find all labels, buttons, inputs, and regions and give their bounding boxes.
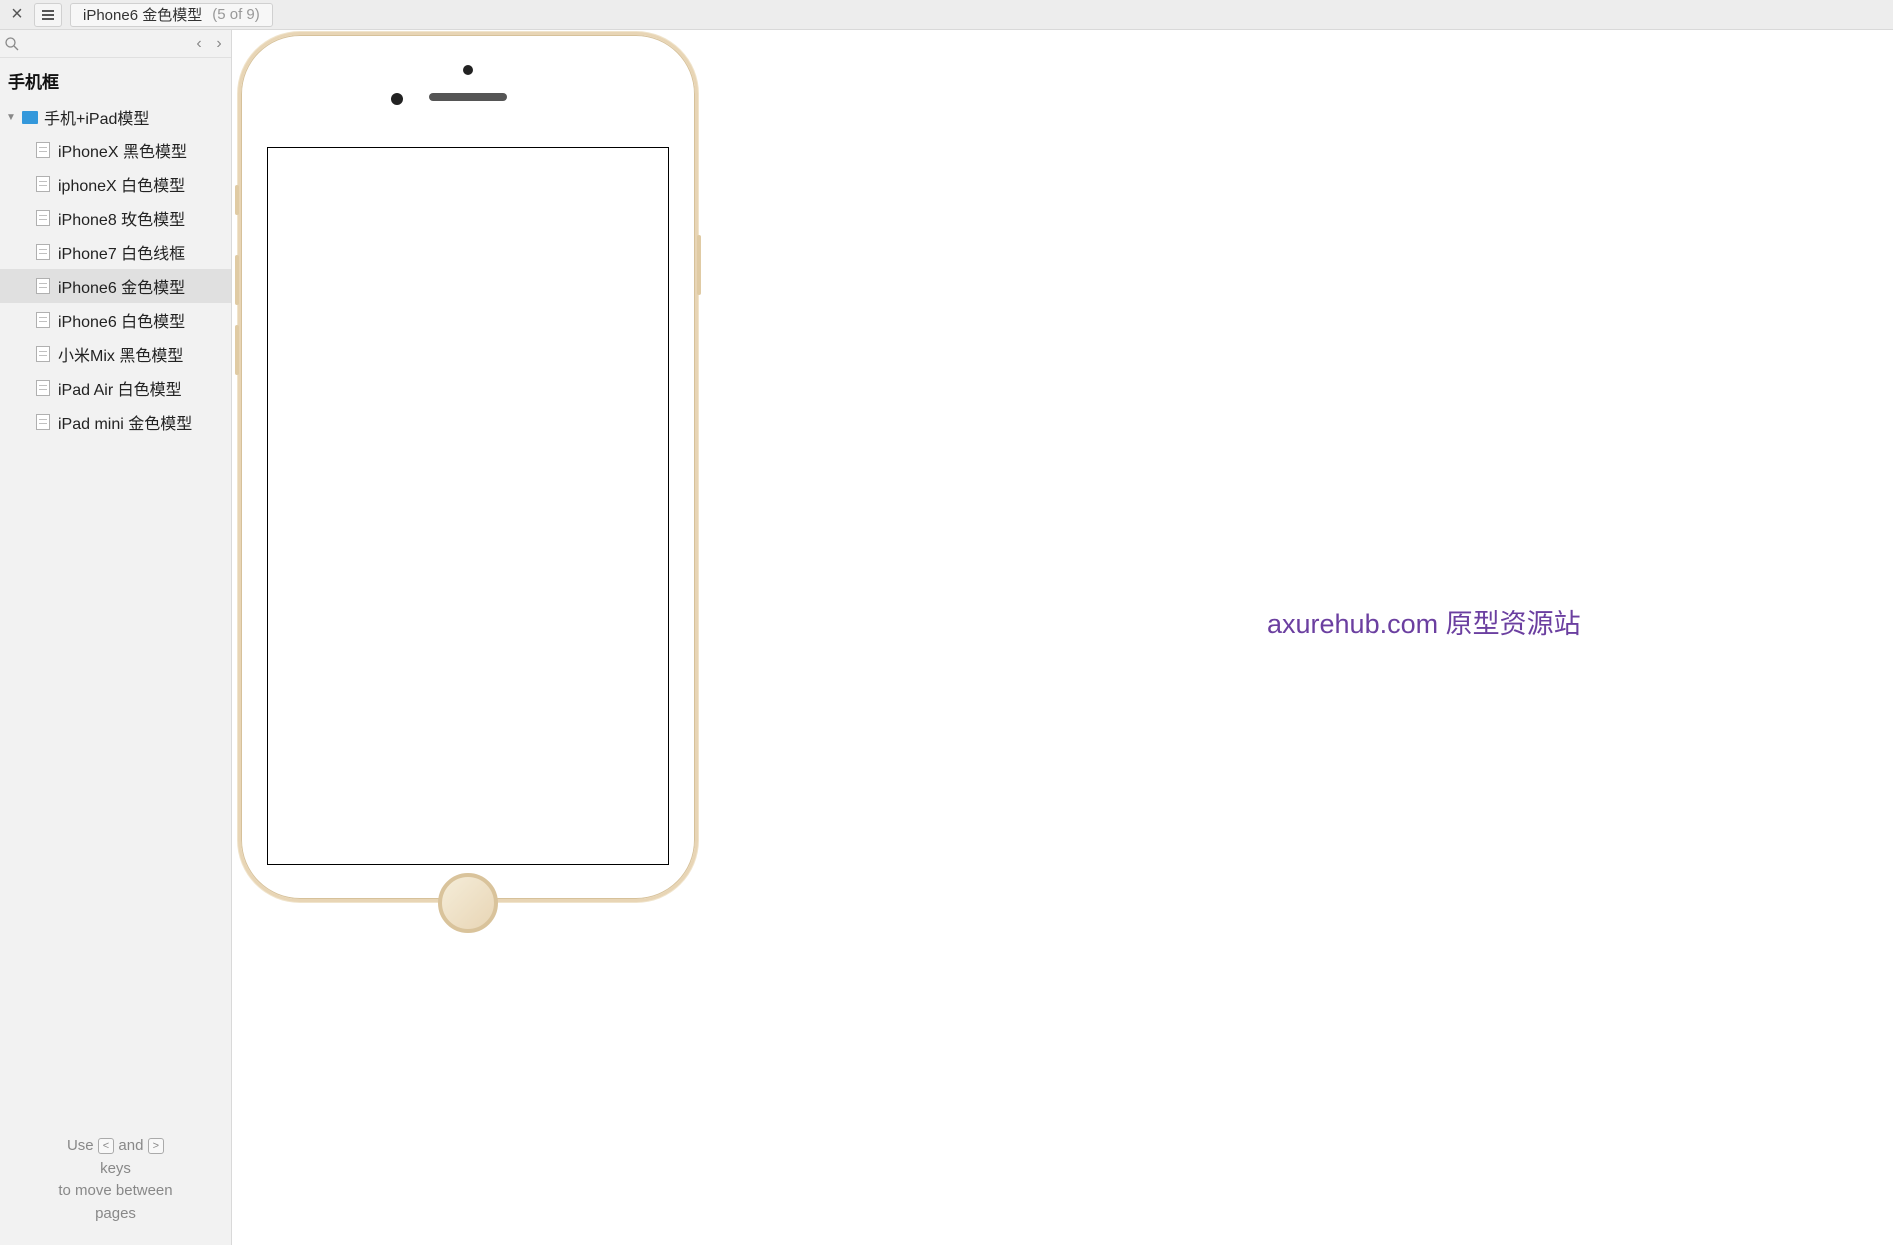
tree-item[interactable]: iPhone7 白色线框	[0, 235, 231, 269]
caret-down-icon[interactable]: ▼	[6, 112, 16, 123]
page-tab-title: iPhone6 金色模型	[83, 4, 202, 25]
hint-text: and	[118, 1137, 143, 1154]
sidebar-title: 手机框	[0, 58, 231, 101]
tree-item[interactable]: iphoneX 白色模型	[0, 167, 231, 201]
phone-screen	[267, 147, 669, 865]
top-bar: × iPhone6 金色模型 (5 of 9)	[0, 0, 1893, 30]
tree-item[interactable]: 小米Mix 黑色模型	[0, 337, 231, 371]
tree-item[interactable]: iPad mini 金色模型	[0, 405, 231, 439]
phone-body	[238, 32, 698, 902]
hint-text: pages	[95, 1205, 136, 1222]
tree-item[interactable]: iPad Air 白色模型	[0, 371, 231, 405]
canvas[interactable]: axurehub.com 原型资源站	[232, 30, 1893, 1245]
tree-item-label: iPhone6 白色模型	[58, 308, 185, 332]
folder-icon	[22, 111, 38, 124]
page-icon	[36, 210, 50, 226]
key-next-icon: >	[148, 1138, 164, 1154]
power-button	[697, 235, 701, 295]
volume-down-button	[235, 325, 239, 375]
sensor-icon	[391, 93, 403, 105]
close-icon[interactable]: ×	[6, 4, 28, 26]
sidebar-hint: Use < and > keys to move between pages	[0, 1135, 231, 1225]
page-icon	[36, 380, 50, 396]
mute-switch	[235, 185, 239, 215]
page-icon	[36, 312, 50, 328]
front-camera-icon	[463, 65, 473, 75]
home-button-icon	[438, 873, 498, 933]
tree-item-label: iPhone8 玫色模型	[58, 206, 185, 230]
tree-item-label: 小米Mix 黑色模型	[58, 342, 183, 366]
key-prev-icon: <	[98, 1138, 114, 1154]
tree-item[interactable]: iPhoneX 黑色模型	[0, 133, 231, 167]
tree-folder[interactable]: ▼ 手机+iPad模型	[0, 101, 231, 133]
page-tab-counter: (5 of 9)	[212, 6, 260, 23]
hint-text: Use	[67, 1137, 94, 1154]
sidebar: ‹ › 手机框 ▼ 手机+iPad模型 iPhoneX 黑色模型 iphoneX…	[0, 30, 232, 1245]
page-icon	[36, 176, 50, 192]
tree-item-label: iPhoneX 黑色模型	[58, 138, 187, 162]
page-icon	[36, 142, 50, 158]
prev-page-icon[interactable]: ‹	[191, 35, 207, 53]
page-icon	[36, 414, 50, 430]
hint-text: keys	[100, 1160, 131, 1177]
tree-item-label: iPad mini 金色模型	[58, 410, 192, 434]
tree-folder-label: 手机+iPad模型	[44, 105, 149, 129]
tree-item-label: iphoneX 白色模型	[58, 172, 185, 196]
tree-item-label: iPhone7 白色线框	[58, 240, 185, 264]
page-icon	[36, 346, 50, 362]
page-icon	[36, 244, 50, 260]
hint-text: to move between	[58, 1182, 172, 1199]
sidebar-toolbar: ‹ ›	[0, 30, 231, 58]
page-tab[interactable]: iPhone6 金色模型 (5 of 9)	[70, 3, 273, 27]
earpiece-icon	[429, 93, 507, 101]
tree-item[interactable]: iPhone8 玫色模型	[0, 201, 231, 235]
phone-mockup	[238, 32, 698, 902]
menu-icon[interactable]	[34, 3, 62, 27]
tree-item[interactable]: iPhone6 白色模型	[0, 303, 231, 337]
tree-item-label: iPhone6 金色模型	[58, 274, 185, 298]
tree-item[interactable]: iPhone6 金色模型	[0, 269, 231, 303]
search-icon[interactable]	[4, 36, 20, 52]
next-page-icon[interactable]: ›	[211, 35, 227, 53]
watermark: axurehub.com 原型资源站	[1267, 602, 1581, 641]
tree-item-label: iPad Air 白色模型	[58, 376, 182, 400]
page-icon	[36, 278, 50, 294]
volume-up-button	[235, 255, 239, 305]
page-tree: ▼ 手机+iPad模型 iPhoneX 黑色模型 iphoneX 白色模型 iP…	[0, 101, 231, 1245]
